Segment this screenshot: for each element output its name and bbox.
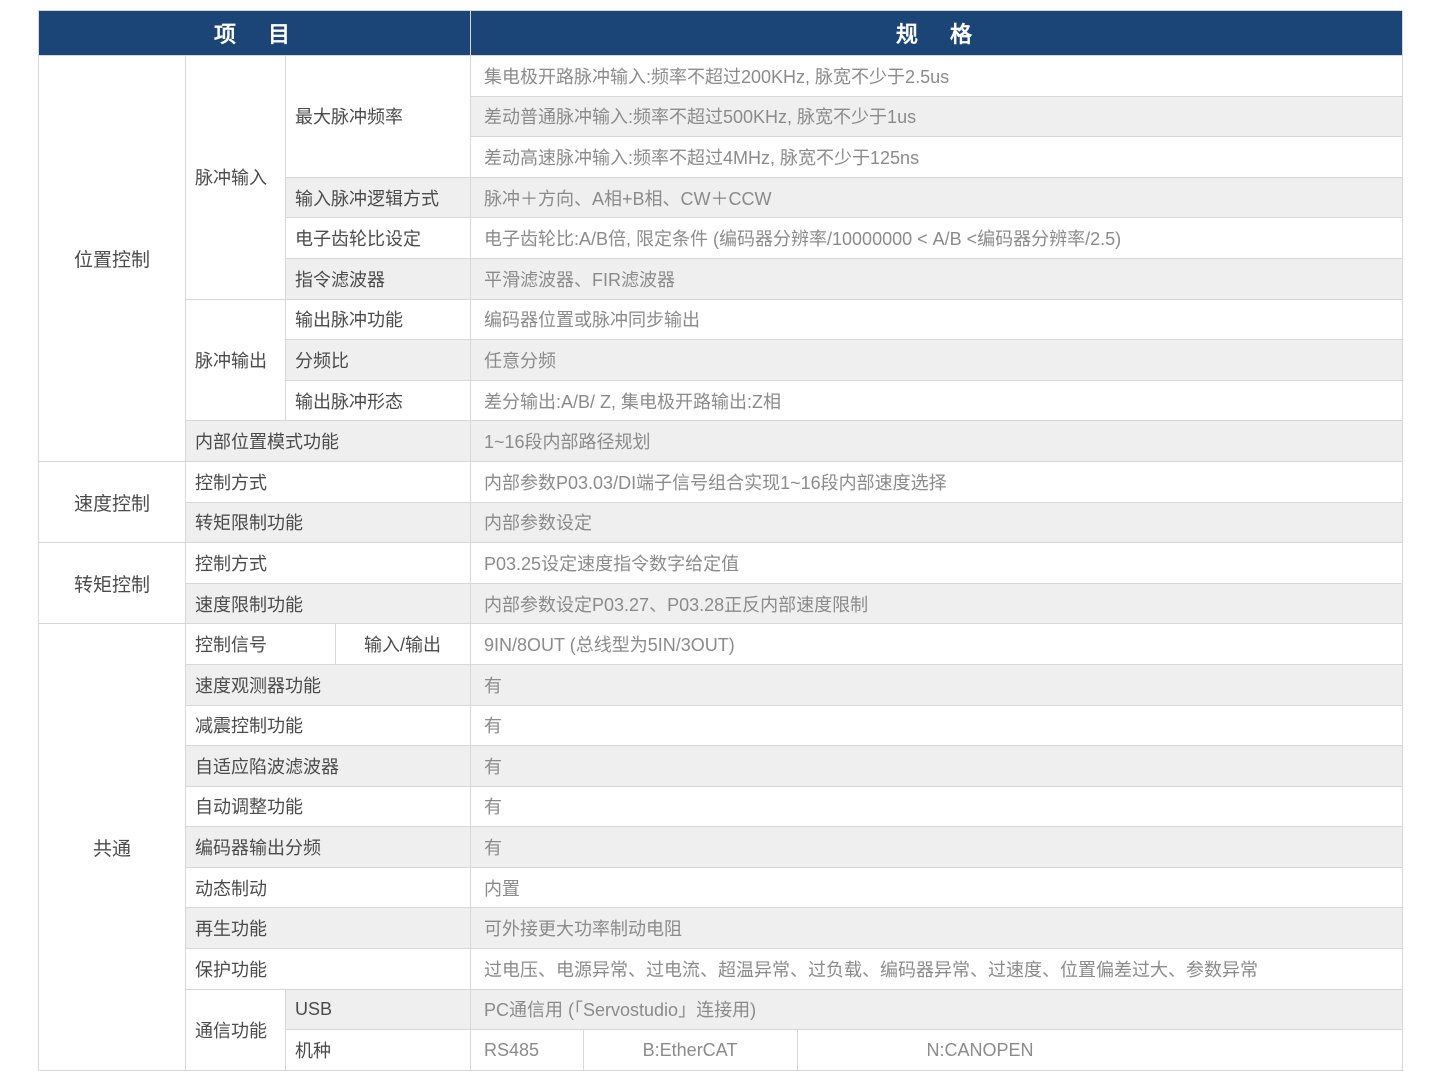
item-label: 控制方式: [186, 543, 471, 584]
item-label: 转矩限制功能: [186, 502, 471, 543]
item-model: 机种: [286, 1030, 471, 1071]
spec-value: 过电压、电源异常、过电流、超温异常、过负载、编码器异常、过速度、位置偏差过大、参…: [471, 949, 1403, 990]
spec-ethercat: B:EtherCAT: [584, 1030, 798, 1071]
item-label: 输入脉冲逻辑方式: [286, 177, 471, 218]
item-label: 内部位置模式功能: [186, 421, 471, 462]
spec-value: 1~16段内部路径规划: [471, 421, 1403, 462]
spec-value: 内部参数设定: [471, 502, 1403, 543]
item-label: 最大脉冲频率: [286, 56, 471, 178]
subgroup-pulse-output: 脉冲输出: [186, 299, 286, 421]
spec-value: 内部参数设定P03.27、P03.28正反内部速度限制: [471, 583, 1403, 624]
item-label: 动态制动: [186, 867, 471, 908]
item-label: 编码器输出分频: [186, 827, 471, 868]
table-row: 速度控制 控制方式 内部参数P03.03/DI端子信号组合实现1~16段内部速度…: [39, 461, 1403, 502]
spec-value: 差动普通脉冲输入:频率不超过500KHz, 脉宽不少于1us: [471, 96, 1403, 137]
item-label: 自动调整功能: [186, 786, 471, 827]
item-label: 控制方式: [186, 461, 471, 502]
table-row: 转矩控制 控制方式 P03.25设定速度指令数字给定值: [39, 543, 1403, 584]
spec-value: 有: [471, 664, 1403, 705]
table-row: 减震控制功能 有: [39, 705, 1403, 746]
item-label: 分频比: [286, 340, 471, 381]
item-label: 输出脉冲形态: [286, 380, 471, 421]
item-label: 速度观测器功能: [186, 664, 471, 705]
item-label: 自适应陷波滤波器: [186, 746, 471, 787]
group-position-control: 位置控制: [39, 56, 186, 462]
table-row: 内部位置模式功能 1~16段内部路径规划: [39, 421, 1403, 462]
table-row: 自动调整功能 有: [39, 786, 1403, 827]
column-header-spec: 规 格: [471, 11, 1403, 56]
item-label: 保护功能: [186, 949, 471, 990]
subgroup-pulse-input: 脉冲输入: [186, 56, 286, 300]
table-row: 保护功能 过电压、电源异常、过电流、超温异常、过负载、编码器异常、过速度、位置偏…: [39, 949, 1403, 990]
table-row: 通信功能 USB PC通信用 (「Servostudio」连接用): [39, 989, 1403, 1030]
spec-value: PC通信用 (「Servostudio」连接用): [471, 989, 1403, 1030]
table-row: 脉冲输出 输出脉冲功能 编码器位置或脉冲同步输出: [39, 299, 1403, 340]
spec-value: 有: [471, 827, 1403, 868]
table-row: 共通 控制信号 输入/输出 9IN/8OUT (总线型为5IN/3OUT): [39, 624, 1403, 665]
table-row: 动态制动 内置: [39, 867, 1403, 908]
spec-value: 集电极开路脉冲输入:频率不超过200KHz, 脉宽不少于2.5us: [471, 56, 1403, 97]
group-common: 共通: [39, 624, 186, 1071]
table-row: 再生功能 可外接更大功率制动电阻: [39, 908, 1403, 949]
item-label: 减震控制功能: [186, 705, 471, 746]
item-label: 再生功能: [186, 908, 471, 949]
spec-sheet-page: 项 目 规 格 位置控制 脉冲输入 最大脉冲频率 集电极开路脉冲输入:频率不超过…: [0, 0, 1440, 1071]
spec-value: 电子齿轮比:A/B倍, 限定条件 (编码器分辨率/10000000 < A/B …: [471, 218, 1403, 259]
specification-table: 项 目 规 格 位置控制 脉冲输入 最大脉冲频率 集电极开路脉冲输入:频率不超过…: [38, 10, 1403, 1071]
item-io-label: 输入/输出: [336, 624, 471, 665]
item-label: 电子齿轮比设定: [286, 218, 471, 259]
group-speed-control: 速度控制: [39, 461, 186, 542]
item-label: 输出脉冲功能: [286, 299, 471, 340]
table-row: 编码器输出分频 有: [39, 827, 1403, 868]
spec-value: 可外接更大功率制动电阻: [471, 908, 1403, 949]
item-control-signal: 控制信号: [186, 624, 336, 665]
spec-rs485: RS485: [471, 1030, 584, 1071]
spec-value: 有: [471, 746, 1403, 787]
spec-value: 脉冲＋方向、A相+B相、CW＋CCW: [471, 177, 1403, 218]
item-label: 速度限制功能: [186, 583, 471, 624]
table-row: 速度观测器功能 有: [39, 664, 1403, 705]
item-usb: USB: [286, 989, 471, 1030]
spec-value: 差分输出:A/B/ Z, 集电极开路输出:Z相: [471, 380, 1403, 421]
subgroup-communication: 通信功能: [186, 989, 286, 1070]
spec-value: 任意分频: [471, 340, 1403, 381]
group-torque-control: 转矩控制: [39, 543, 186, 624]
table-row: 位置控制 脉冲输入 最大脉冲频率 集电极开路脉冲输入:频率不超过200KHz, …: [39, 56, 1403, 97]
spec-value: P03.25设定速度指令数字给定值: [471, 543, 1403, 584]
spec-value: 内置: [471, 867, 1403, 908]
table-row: 自适应陷波滤波器 有: [39, 746, 1403, 787]
spec-value: 有: [471, 705, 1403, 746]
item-label: 指令滤波器: [286, 258, 471, 299]
spec-value: 内部参数P03.03/DI端子信号组合实现1~16段内部速度选择: [471, 461, 1403, 502]
spec-canopen: N:CANOPEN: [798, 1030, 1403, 1071]
spec-value: 差动高速脉冲输入:频率不超过4MHz, 脉宽不少于125ns: [471, 137, 1403, 178]
table-row: 转矩限制功能 内部参数设定: [39, 502, 1403, 543]
spec-value: 有: [471, 786, 1403, 827]
spec-value: 平滑滤波器、FIR滤波器: [471, 258, 1403, 299]
table-row: 速度限制功能 内部参数设定P03.27、P03.28正反内部速度限制: [39, 583, 1403, 624]
table-header-row: 项 目 规 格: [39, 11, 1403, 56]
column-header-item: 项 目: [39, 11, 471, 56]
spec-value: 编码器位置或脉冲同步输出: [471, 299, 1403, 340]
spec-value: 9IN/8OUT (总线型为5IN/3OUT): [471, 624, 1403, 665]
